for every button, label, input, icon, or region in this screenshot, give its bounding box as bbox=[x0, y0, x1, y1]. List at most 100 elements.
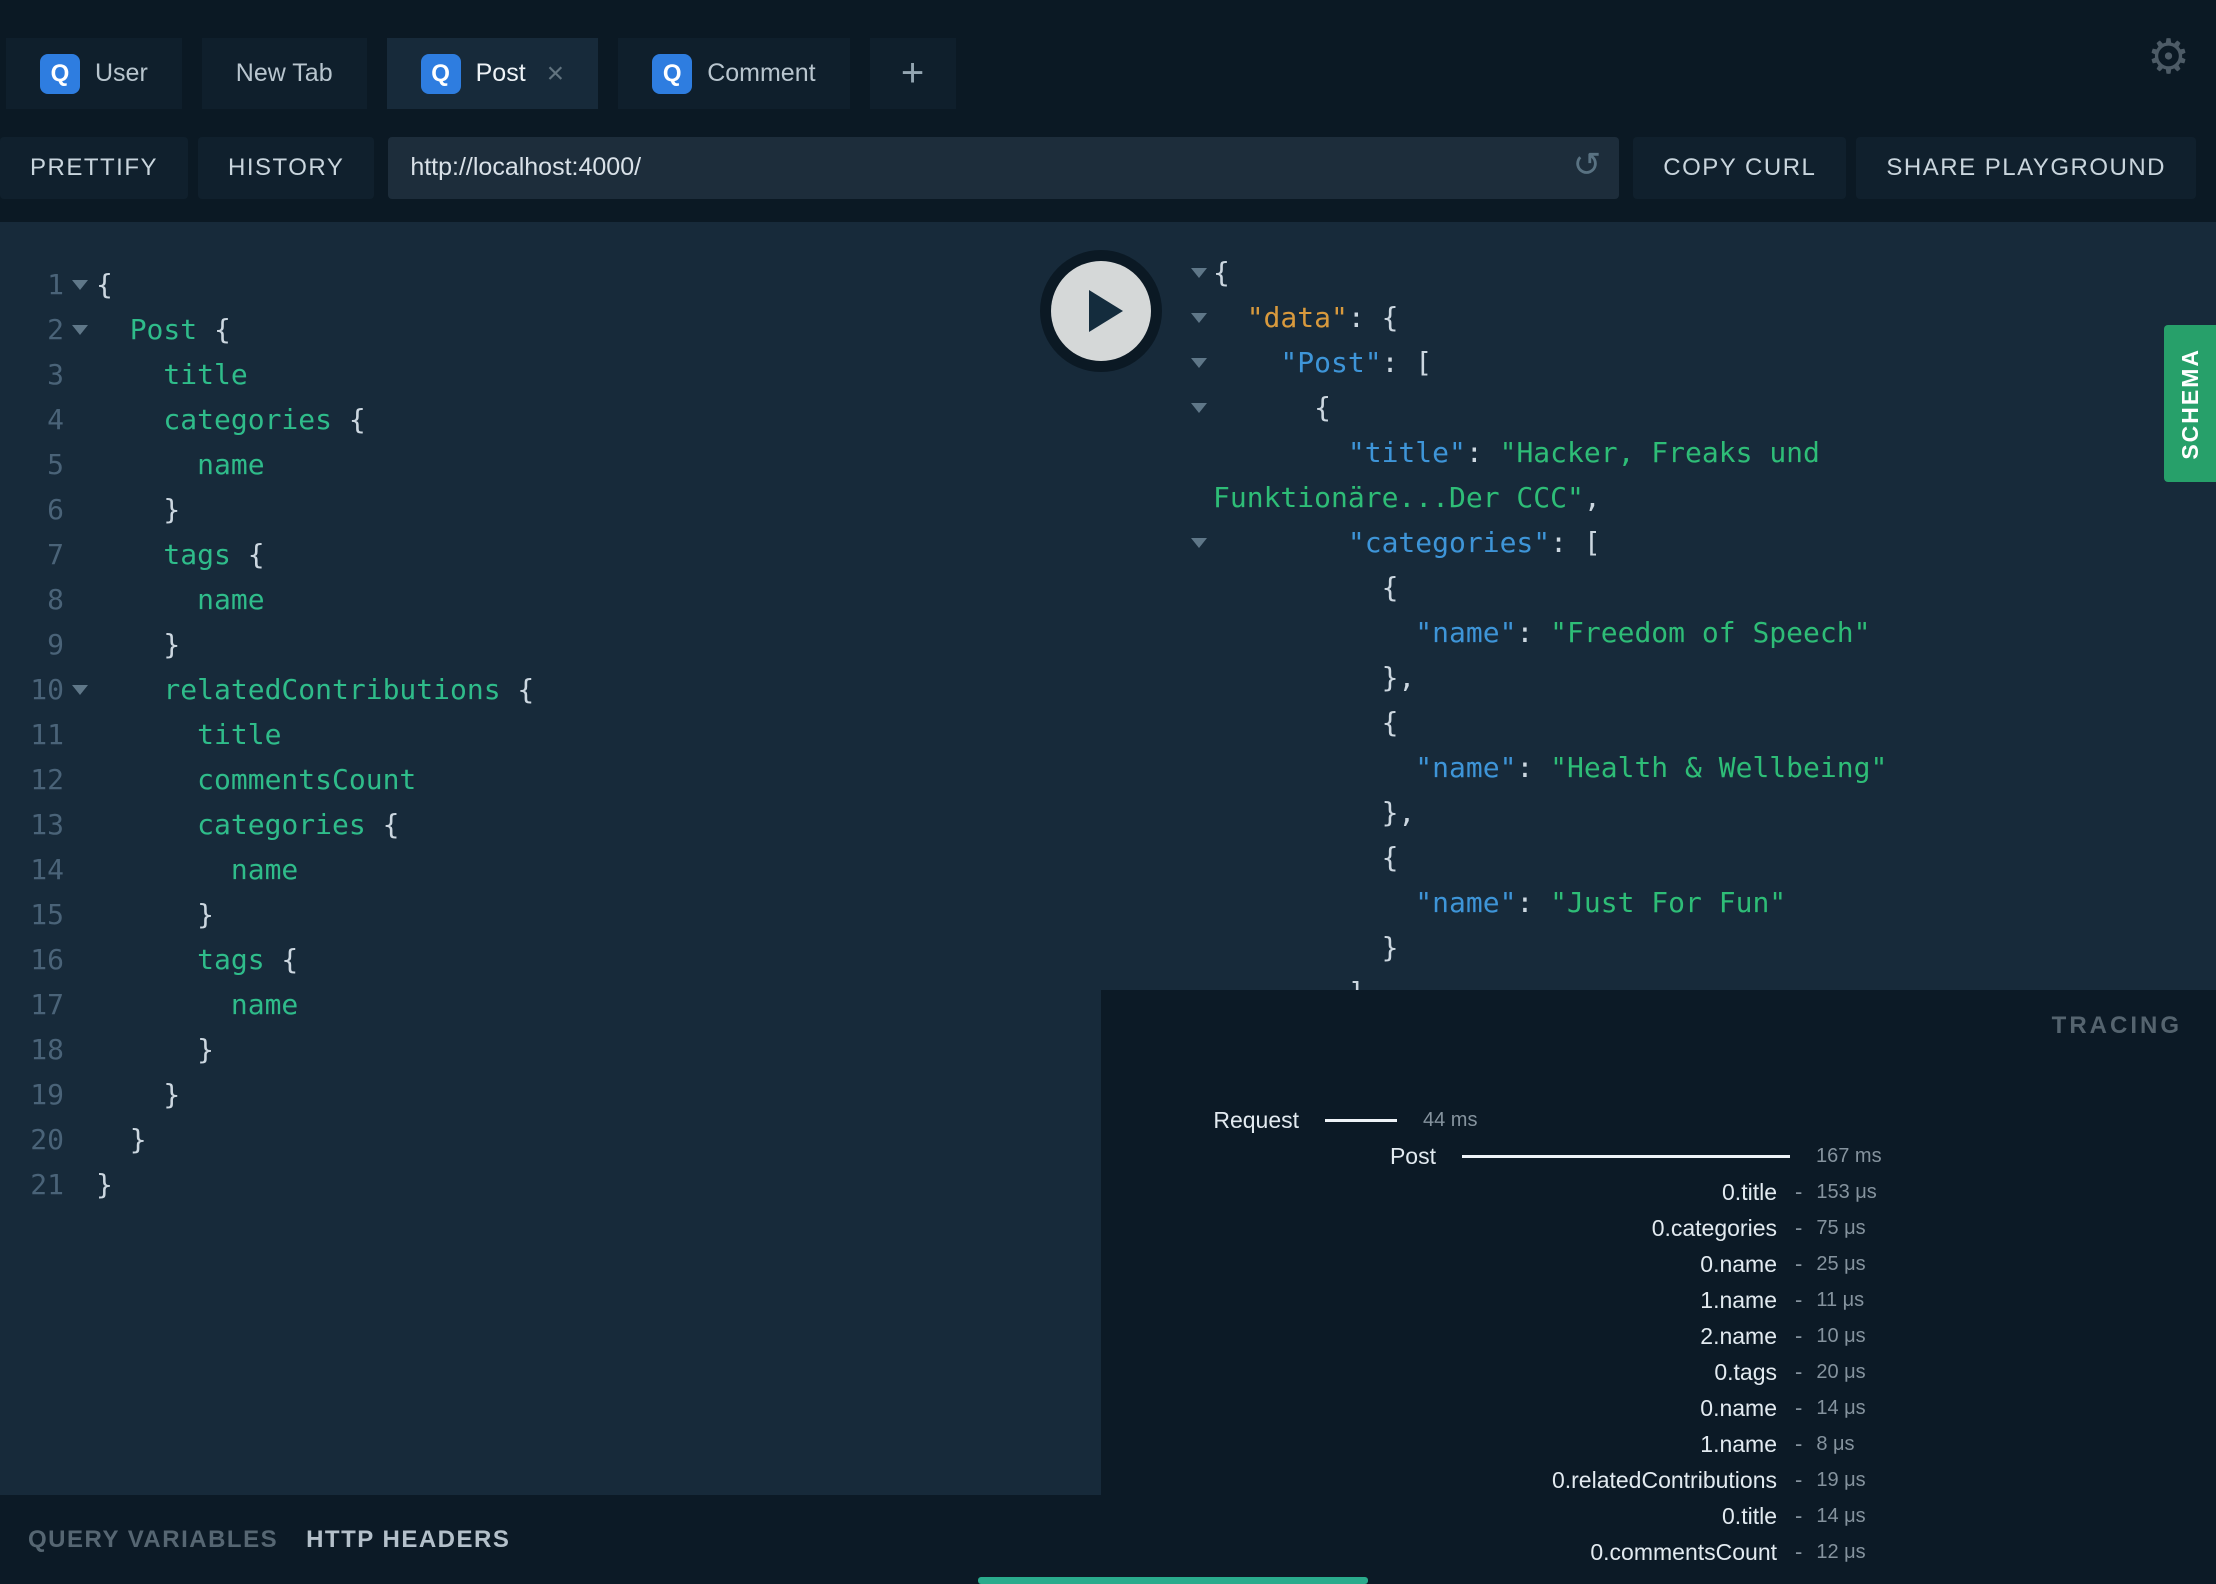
query-tab-icon: Q bbox=[652, 53, 693, 94]
tracing-row-label: 0.commentsCount bbox=[1590, 1538, 1777, 1565]
fold-caret-icon[interactable] bbox=[1185, 520, 1213, 565]
code-token: title bbox=[163, 358, 248, 391]
response-pane[interactable]: {"data": {"Post": [{"title": "Hacker, Fr… bbox=[1101, 222, 2216, 990]
fold-gutter bbox=[1185, 970, 1213, 990]
tab-new-tab[interactable]: New Tab bbox=[201, 38, 367, 109]
tracing-duration-value: 44 ms bbox=[1423, 1108, 1478, 1131]
line-number: 20 bbox=[30, 1123, 64, 1156]
query-line: 7 tags { bbox=[0, 532, 1101, 577]
fold-gutter bbox=[64, 757, 96, 802]
code-text: { bbox=[1213, 250, 1230, 295]
fold-gutter bbox=[64, 622, 96, 667]
tracing-dash: - bbox=[1795, 1431, 1803, 1456]
execute-query-button[interactable] bbox=[1040, 250, 1162, 372]
fold-caret-icon[interactable] bbox=[1185, 295, 1213, 340]
line-number: 14 bbox=[30, 853, 64, 886]
tracing-duration-value: 25 μs bbox=[1816, 1252, 1866, 1275]
code-token: : bbox=[1516, 886, 1551, 919]
tracing-row-label: 0.title bbox=[1722, 1178, 1777, 1205]
code-token: { bbox=[365, 808, 400, 841]
reload-icon[interactable]: ↺ bbox=[1573, 145, 1602, 185]
history-button[interactable]: HISTORY bbox=[198, 136, 375, 199]
code-token: } bbox=[1381, 931, 1399, 964]
tracing-row-label: 2.name bbox=[1700, 1322, 1777, 1349]
line-number: 10 bbox=[30, 673, 64, 706]
tracing-dash: - bbox=[1795, 1467, 1803, 1492]
share-playground-button[interactable]: SHARE PLAYGROUND bbox=[1856, 136, 2196, 199]
top-bar: Q User New Tab Q Post × Q Comment + ⚙ PRETTIFY … bbox=[0, 0, 2216, 222]
http-headers-tab[interactable]: HTTP HEADERS bbox=[306, 1526, 510, 1554]
settings-gear-icon[interactable]: ⚙ bbox=[2147, 34, 2190, 82]
new-tab-button[interactable]: + bbox=[869, 38, 956, 109]
tab-post[interactable]: Q Post × bbox=[386, 38, 599, 109]
query-line: 16 tags { bbox=[0, 937, 1101, 982]
tracing-dash: - bbox=[1795, 1251, 1803, 1276]
code-token: "data" bbox=[1246, 301, 1348, 334]
line-number: 18 bbox=[30, 1033, 64, 1066]
close-tab-icon[interactable]: × bbox=[547, 58, 565, 89]
code-text: categories { bbox=[96, 802, 399, 847]
code-token: name bbox=[230, 853, 299, 886]
response-line: { bbox=[1101, 565, 2216, 610]
fold-gutter bbox=[64, 802, 96, 847]
tracing-row-label: 0.title bbox=[1722, 1502, 1777, 1529]
code-text: } bbox=[96, 487, 180, 532]
endpoint-url-input[interactable] bbox=[388, 136, 1620, 199]
tracing-row: 0.commentsCount -12 μs bbox=[1101, 1534, 2216, 1570]
code-text: Post { bbox=[96, 307, 231, 352]
query-variables-tab[interactable]: QUERY VARIABLES bbox=[28, 1526, 278, 1554]
query-tab-icon: Q bbox=[40, 53, 80, 94]
tab-comment[interactable]: Q Comment bbox=[618, 38, 850, 109]
tracing-duration-value: 14 μs bbox=[1816, 1504, 1866, 1527]
copy-curl-button[interactable]: COPY CURL bbox=[1633, 136, 1847, 199]
endpoint-url-bar: ↺ bbox=[388, 136, 1620, 199]
tracing-row: 0.categories -75 μs bbox=[1101, 1210, 2216, 1246]
code-token: : bbox=[1516, 616, 1551, 649]
tracing-row: 0.title -14 μs bbox=[1101, 1498, 2216, 1534]
fold-caret-icon[interactable] bbox=[64, 307, 96, 352]
code-token: : bbox=[1465, 436, 1500, 469]
code-text: "title": "Hacker, Freaks und bbox=[1213, 430, 1820, 475]
query-editor[interactable]: 1{2 Post {3 title 4 categories {5 name 6} 7 tags… bbox=[0, 222, 1101, 1207]
code-text: } bbox=[1213, 925, 1399, 970]
fold-gutter bbox=[64, 532, 96, 577]
query-line: 12 commentsCount bbox=[0, 757, 1101, 802]
tracing-duration-value: 14 μs bbox=[1816, 1396, 1866, 1419]
tracing-duration-value: 8 μs bbox=[1816, 1432, 1855, 1455]
prettify-button[interactable]: PRETTIFY bbox=[0, 136, 189, 199]
tab-user[interactable]: Q User bbox=[6, 38, 182, 109]
code-token: { bbox=[264, 943, 299, 976]
code-text: } bbox=[96, 892, 214, 937]
code-text: } bbox=[96, 1162, 113, 1207]
tracing-row: 0.name -14 μs bbox=[1101, 1390, 2216, 1426]
fold-caret-icon[interactable] bbox=[1185, 250, 1213, 295]
tracing-row: Post 167 ms bbox=[1101, 1138, 2216, 1174]
fold-gutter bbox=[64, 577, 96, 622]
schema-sidebar-tab[interactable]: SCHEMA bbox=[2164, 325, 2216, 482]
code-text: tags { bbox=[96, 532, 264, 577]
line-number: 19 bbox=[30, 1078, 64, 1111]
query-line: 14 name bbox=[0, 847, 1101, 892]
tracing-dash: - bbox=[1795, 1539, 1803, 1564]
fold-caret-icon[interactable] bbox=[64, 667, 96, 712]
fold-gutter bbox=[1185, 475, 1213, 520]
query-line: 10 relatedContributions { bbox=[0, 667, 1101, 712]
fold-caret-icon[interactable] bbox=[64, 262, 96, 307]
fold-caret-icon[interactable] bbox=[1185, 340, 1213, 385]
code-text: { bbox=[1213, 565, 1399, 610]
code-text: name bbox=[96, 982, 298, 1027]
query-editor-pane[interactable]: 1{2 Post {3 title 4 categories {5 name 6} 7 tags… bbox=[0, 222, 1101, 1584]
query-line: 19} bbox=[0, 1072, 1101, 1117]
tracing-dash: - bbox=[1795, 1359, 1803, 1384]
fold-gutter bbox=[64, 352, 96, 397]
line-number: 6 bbox=[47, 493, 64, 526]
fold-caret-icon[interactable] bbox=[1185, 385, 1213, 430]
line-number: 9 bbox=[47, 628, 64, 661]
code-token: tags bbox=[197, 943, 265, 976]
tracing-dash: - bbox=[1795, 1395, 1803, 1420]
code-token: { bbox=[197, 313, 231, 346]
variables-bar: QUERY VARIABLES HTTP HEADERS bbox=[0, 1495, 1101, 1584]
query-line: 17 name bbox=[0, 982, 1101, 1027]
line-number: 13 bbox=[30, 808, 64, 841]
tracing-panel: TRACING Request 44 ms Post 167 ms 0.title -15… bbox=[1101, 990, 2216, 1584]
